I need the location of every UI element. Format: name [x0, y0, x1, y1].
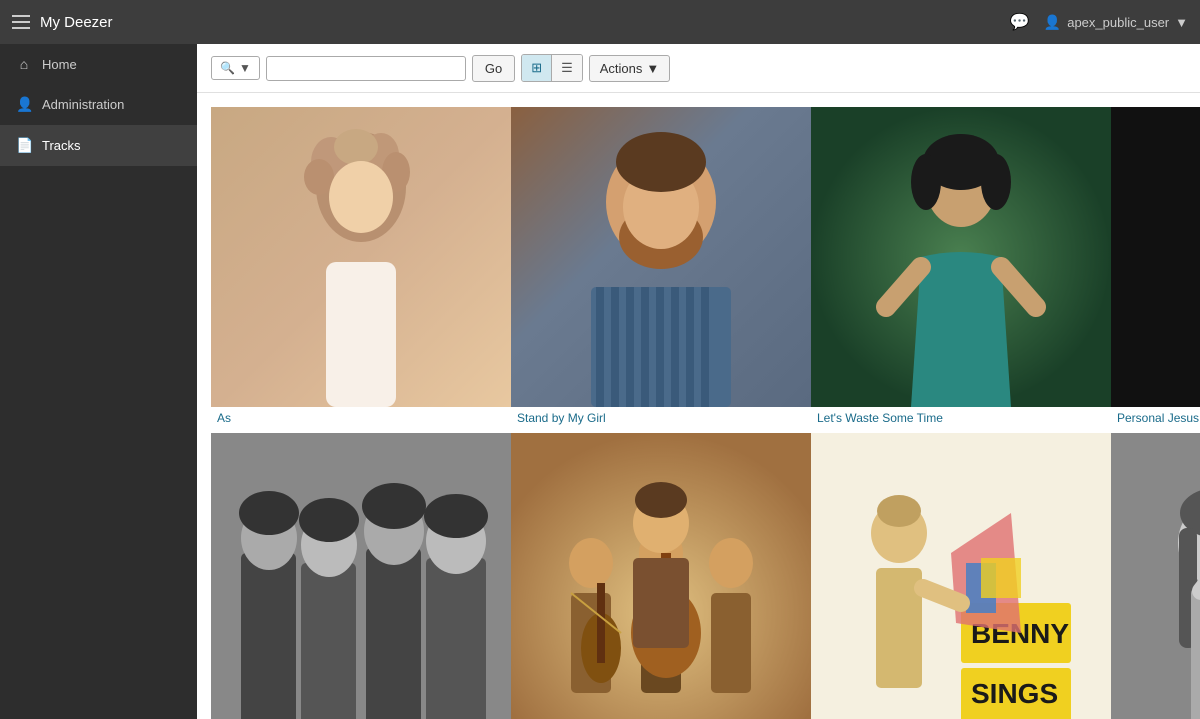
svg-text:SINGS: SINGS	[971, 678, 1058, 709]
track-item-lets-waste-some-time[interactable]: Let's Waste Some Time	[811, 107, 1111, 433]
grid-view-button[interactable]: ⊞	[522, 55, 552, 81]
track-item-personal-jesus[interactable]: Personal Jesus	[1111, 107, 1200, 433]
track-item-stand-by-my-girl[interactable]: Stand by My Girl	[511, 107, 811, 433]
topbar: My Deezer 💬 👤 apex_public_user ▼	[0, 0, 1200, 44]
chat-icon[interactable]: 💬	[1010, 12, 1030, 32]
track-item-master-pretender[interactable]: Master Pretender	[1111, 433, 1200, 719]
actions-label: Actions	[600, 61, 643, 76]
username: apex_public_user	[1067, 15, 1169, 30]
topbar-left: My Deezer	[12, 14, 113, 31]
toolbar: 🔍 ▼ Go ⊞ ☰ Actions ▼	[197, 44, 1200, 93]
sidebar-item-label-home: Home	[42, 57, 77, 72]
track-label-lets-waste-some-time[interactable]: Let's Waste Some Time	[811, 407, 1111, 433]
menu-icon[interactable]	[12, 15, 30, 29]
track-image-my-favourite-game: BENNY SINGS	[811, 433, 1111, 719]
sidebar-item-label-tracks: Tracks	[42, 138, 81, 153]
track-image-lets-waste-some-time	[811, 107, 1111, 407]
track-item-she-said-she-said[interactable]: She Said She Said	[211, 433, 511, 719]
layout: ⌂ Home 👤 Administration 📄 Tracks 🔍 ▼ Go …	[0, 44, 1200, 719]
home-icon: ⌂	[16, 56, 32, 72]
view-toggle: ⊞ ☰	[521, 54, 583, 82]
track-item-quannu-te-visciu[interactable]: Quannu Te Visciu	[511, 433, 811, 719]
track-image-personal-jesus	[1111, 107, 1200, 407]
track-image-stand-by-my-girl	[511, 107, 811, 407]
search-type-selector[interactable]: 🔍 ▼	[211, 56, 260, 80]
main-content: 🔍 ▼ Go ⊞ ☰ Actions ▼	[197, 44, 1200, 719]
topbar-right: 💬 👤 apex_public_user ▼	[1010, 12, 1188, 32]
sidebar-item-tracks[interactable]: 📄 Tracks	[0, 125, 197, 166]
search-input[interactable]	[266, 56, 466, 81]
track-image-she-said-she-said	[211, 433, 511, 719]
sidebar-item-administration[interactable]: 👤 Administration	[0, 84, 197, 125]
track-label-personal-jesus[interactable]: Personal Jesus	[1111, 407, 1200, 433]
search-icon: 🔍	[220, 61, 235, 75]
dropdown-arrow-icon: ▼	[1175, 15, 1188, 30]
search-type-chevron: ▼	[239, 61, 251, 75]
tracks-grid: As	[197, 93, 1200, 719]
user-menu[interactable]: 👤 apex_public_user ▼	[1044, 14, 1188, 31]
actions-button[interactable]: Actions ▼	[589, 55, 671, 82]
sidebar-item-home[interactable]: ⌂ Home	[0, 44, 197, 84]
tracks-icon: 📄	[16, 137, 32, 154]
actions-chevron-icon: ▼	[646, 61, 659, 76]
sidebar: ⌂ Home 👤 Administration 📄 Tracks	[0, 44, 197, 719]
user-icon: 👤	[1044, 14, 1061, 31]
track-label-stand-by-my-girl[interactable]: Stand by My Girl	[511, 407, 811, 433]
track-image-master-pretender	[1111, 433, 1200, 719]
app-title: My Deezer	[40, 14, 113, 31]
track-label-as[interactable]: As	[211, 407, 511, 433]
track-image-as	[211, 107, 511, 407]
track-item-as[interactable]: As	[211, 107, 511, 433]
list-view-button[interactable]: ☰	[552, 55, 582, 81]
administration-icon: 👤	[16, 96, 32, 113]
track-image-quannu-te-visciu	[511, 433, 811, 719]
sidebar-item-label-administration: Administration	[42, 97, 124, 112]
go-button[interactable]: Go	[472, 55, 515, 82]
track-item-my-favourite-game[interactable]: BENNY SINGS	[811, 433, 1111, 719]
